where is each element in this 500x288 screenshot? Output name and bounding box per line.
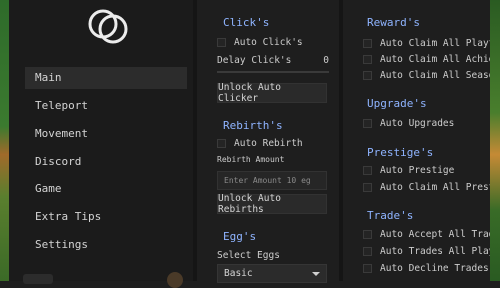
unlock-auto-clicker-button[interactable]: Unlock Auto Clicker (217, 82, 327, 104)
checkbox[interactable] (363, 247, 372, 256)
checkbox[interactable] (217, 139, 226, 148)
prestige-item-label: Auto Prestige (380, 165, 455, 176)
checkbox[interactable] (363, 71, 372, 80)
main-column: Click's Auto Click's Delay Click's 0 Unl… (197, 0, 339, 283)
trade-item-label: Auto Accept All Trades (380, 229, 490, 240)
prestige-item-label: Auto Claim All Prestige (380, 182, 490, 193)
checkbox[interactable] (217, 38, 226, 47)
delay-clicks-row: Delay Click's 0 (217, 55, 329, 66)
background-game-left (0, 0, 9, 281)
auto-rebirth-toggle[interactable]: Auto Rebirth (217, 138, 303, 149)
reward-item[interactable]: Auto Claim All Achievements (363, 54, 490, 65)
trade-item-label: Auto Trades All Players (380, 246, 490, 257)
upgrade-item-label: Auto Upgrades (380, 118, 455, 129)
section-title-upgrades: Upgrade's (367, 97, 427, 110)
section-title-trades: Trade's (367, 209, 414, 222)
delay-clicks-slider[interactable] (217, 71, 329, 73)
logo-icon (88, 9, 128, 44)
chevron-down-icon (312, 272, 320, 276)
avatar (167, 272, 183, 288)
auto-rebirth-label: Auto Rebirth (234, 138, 303, 149)
rebirth-amount-placeholder: Enter Amount 10 eg (224, 176, 311, 185)
reward-item[interactable]: Auto Claim All Seasons (363, 70, 490, 81)
sidebar-item-settings[interactable]: Settings (25, 234, 187, 256)
unlock-auto-rebirths-button[interactable]: Unlock Auto Rebirths (217, 193, 327, 215)
section-title-eggs: Egg's (223, 230, 257, 243)
rebirth-amount-label: Rebirth Amount (217, 155, 284, 164)
trade-item[interactable]: Auto Accept All Trades (363, 229, 490, 240)
trade-item[interactable]: Auto Decline Trades (363, 263, 490, 274)
auto-clicks-toggle[interactable]: Auto Click's (217, 37, 303, 48)
trade-item-label: Auto Decline Trades (380, 263, 489, 274)
rebirth-amount-text: Rebirth Amount (217, 155, 285, 164)
sidebar-item-teleport[interactable]: Teleport (25, 95, 187, 117)
checkbox[interactable] (363, 230, 372, 239)
select-eggs-text: Select Eggs (217, 250, 280, 261)
trade-item[interactable]: Auto Trades All Players (363, 246, 490, 257)
sidebar-item-movement[interactable]: Movement (25, 123, 187, 145)
checkbox[interactable] (363, 119, 372, 128)
sidebar-item-discord[interactable]: Discord (25, 151, 187, 173)
checkbox[interactable] (363, 183, 372, 192)
sidebar-item-main[interactable]: Main (25, 67, 187, 89)
reward-item[interactable]: Auto Claim All Playtime (363, 38, 490, 49)
delay-clicks-label: Delay Click's (217, 55, 292, 66)
prestige-item[interactable]: Auto Claim All Prestige (363, 182, 490, 193)
section-title-prestige: Prestige's (367, 146, 434, 159)
right-column: Reward's Auto Claim All Playtime Auto Cl… (343, 0, 490, 281)
reward-item-label: Auto Claim All Seasons (380, 70, 490, 81)
eggs-select[interactable]: Basic (217, 264, 327, 283)
checkbox[interactable] (363, 166, 372, 175)
checkbox[interactable] (363, 264, 372, 273)
section-title-rebirths: Rebirth's (223, 119, 283, 132)
checkbox[interactable] (363, 39, 372, 48)
auto-clicks-label: Auto Click's (234, 37, 303, 48)
user-badge (23, 274, 53, 284)
upgrade-item[interactable]: Auto Upgrades (363, 118, 490, 129)
background-game-right (490, 0, 500, 281)
delay-clicks-value: 0 (323, 55, 329, 66)
select-eggs-label: Select Eggs (217, 250, 280, 261)
section-title-clicks: Click's (223, 16, 270, 29)
prestige-item[interactable]: Auto Prestige (363, 165, 490, 176)
checkbox[interactable] (363, 55, 372, 64)
sidebar-item-game[interactable]: Game (25, 178, 187, 200)
eggs-select-value: Basic (224, 268, 253, 279)
rebirth-amount-input[interactable]: Enter Amount 10 eg (217, 171, 327, 190)
sidebar: Main Teleport Movement Discord Game Extr… (9, 0, 193, 288)
reward-item-label: Auto Claim All Achievements (380, 54, 490, 65)
reward-item-label: Auto Claim All Playtime (380, 38, 490, 49)
section-title-rewards: Reward's (367, 16, 420, 29)
sidebar-item-extra-tips[interactable]: Extra Tips (25, 206, 187, 228)
